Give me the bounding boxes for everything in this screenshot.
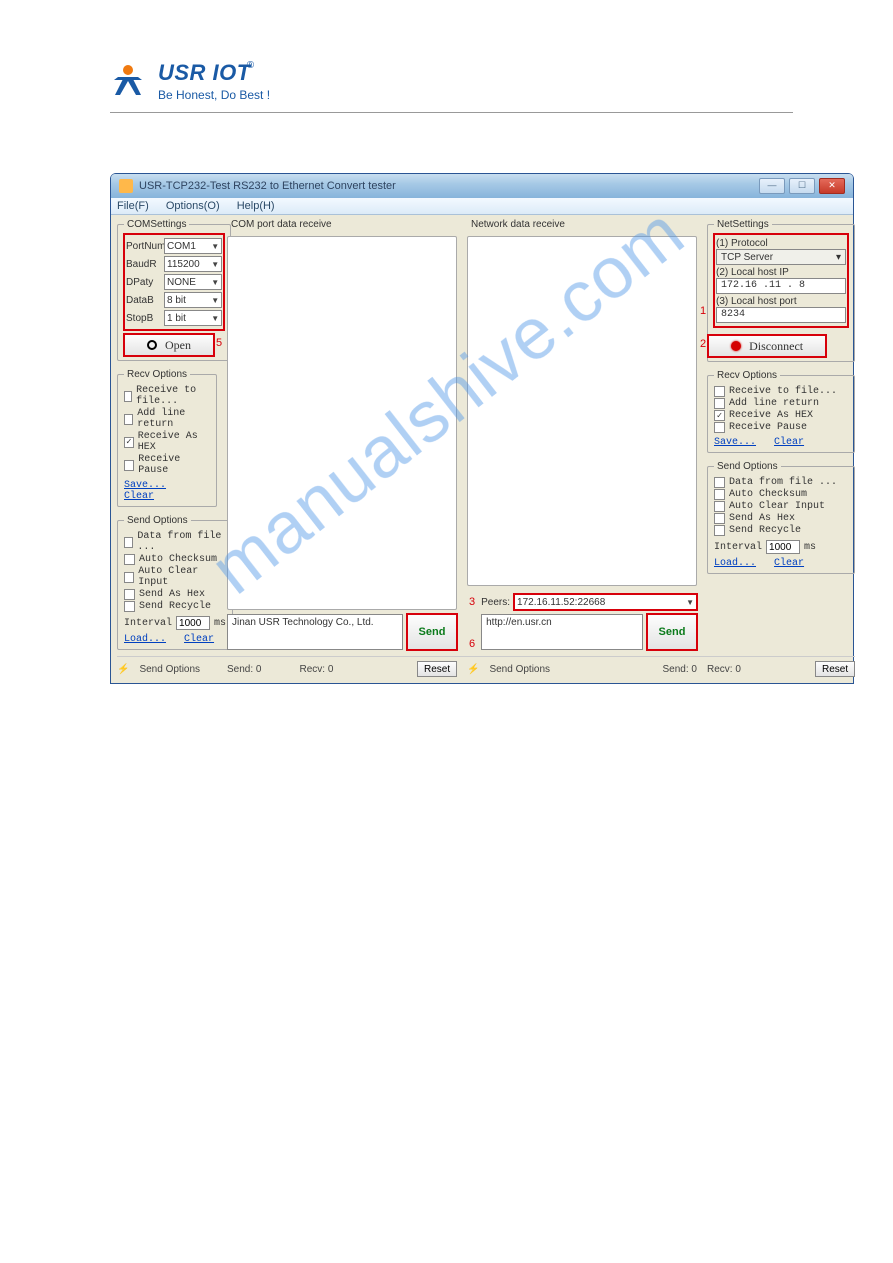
open-button[interactable]: Open <box>124 334 214 356</box>
save-link[interactable]: Save... <box>714 437 756 448</box>
clear-link[interactable]: Clear <box>124 491 154 502</box>
net-recv-area <box>467 236 697 586</box>
status-net-label: Send Options <box>489 664 550 675</box>
com-send-count: Send: 0 <box>227 664 261 675</box>
checkbox[interactable] <box>714 477 725 488</box>
com-settings-group: COMSettings PortNum COM1▼ BaudR 115200▼ … <box>117 219 231 361</box>
clear-link[interactable]: Clear <box>184 634 214 645</box>
portnum-label: PortNum <box>126 241 164 252</box>
chevron-down-icon: ▼ <box>211 278 219 287</box>
checkbox[interactable] <box>714 489 725 500</box>
baud-select[interactable]: 115200▼ <box>164 256 222 272</box>
maximize-button[interactable]: ☐ <box>789 178 815 194</box>
callout-5: 5 <box>216 337 222 349</box>
logo-icon <box>110 63 146 99</box>
load-link[interactable]: Load... <box>714 558 756 569</box>
checkbox[interactable] <box>714 398 725 409</box>
app-window: USR-TCP232-Test RS232 to Ethernet Conver… <box>110 173 854 684</box>
net-reset-button[interactable]: Reset <box>815 661 855 677</box>
checkbox[interactable] <box>124 460 134 471</box>
callout-3: 3 <box>469 596 475 608</box>
checkbox[interactable] <box>124 572 134 583</box>
disconnect-button[interactable]: Disconnect <box>708 335 826 357</box>
checkbox[interactable] <box>124 554 135 565</box>
circle-icon <box>147 340 157 350</box>
baud-label: BaudR <box>126 259 164 270</box>
app-icon <box>119 179 133 193</box>
menu-options[interactable]: Options(O) <box>166 200 220 212</box>
checkbox[interactable] <box>124 391 132 402</box>
load-link[interactable]: Load... <box>124 634 166 645</box>
checkbox[interactable] <box>714 501 725 512</box>
port-field[interactable]: 8234 <box>716 307 846 323</box>
checkbox[interactable] <box>124 414 133 425</box>
window-title: USR-TCP232-Test RS232 to Ethernet Conver… <box>139 180 396 192</box>
callout-6: 6 <box>469 638 475 650</box>
net-send-text[interactable]: http://en.usr.cn <box>481 614 643 650</box>
com-recv-title: COM port data receive <box>227 219 457 230</box>
status-dot-icon <box>731 341 741 351</box>
portnum-select[interactable]: COM1▼ <box>164 238 222 254</box>
status-left-label: Send Options <box>139 664 200 675</box>
callout-1: 1 <box>700 305 706 317</box>
callout-2: 2 <box>700 338 706 350</box>
checkbox[interactable] <box>714 525 725 536</box>
send-options-left: Send Options Data from file ... Auto Che… <box>117 515 233 650</box>
recv-options-right: Recv Options Receive to file... Add line… <box>707 370 855 453</box>
menu-help[interactable]: Help(H) <box>237 200 275 212</box>
bolt-icon: ⚡ <box>117 664 129 675</box>
net-recv-title: Network data receive <box>467 219 697 230</box>
chevron-down-icon: ▼ <box>211 296 219 305</box>
interval-input[interactable] <box>766 540 800 554</box>
datab-select[interactable]: 8 bit▼ <box>164 292 222 308</box>
send-options-right: Send Options Data from file ... Auto Che… <box>707 461 855 574</box>
checkbox-checked[interactable]: ✓ <box>714 410 725 421</box>
chevron-down-icon: ▼ <box>211 242 219 251</box>
stopb-label: StopB <box>126 313 164 324</box>
com-send-text[interactable]: Jinan USR Technology Co., Ltd. <box>227 614 403 650</box>
header: USR IOT® Be Honest, Do Best ! <box>110 60 793 113</box>
peers-select[interactable]: 172.16.11.52:22668▼ <box>514 594 697 610</box>
net-send-button[interactable]: Send <box>647 614 697 650</box>
chevron-down-icon: ▼ <box>211 260 219 269</box>
stopb-select[interactable]: 1 bit▼ <box>164 310 222 326</box>
checkbox[interactable] <box>124 601 135 612</box>
close-button[interactable]: ✕ <box>819 178 845 194</box>
parity-label: DPaty <box>126 277 164 288</box>
com-recv-area <box>227 236 457 610</box>
checkbox[interactable] <box>124 589 135 600</box>
checkbox-checked[interactable]: ✓ <box>124 437 134 448</box>
net-settings-group: NetSettings (1) Protocol TCP Server▾ (2)… <box>707 219 855 362</box>
com-settings-legend: COMSettings <box>124 219 189 230</box>
brand-text: USR IOT <box>158 60 251 85</box>
interval-input[interactable] <box>176 616 210 630</box>
peers-label: Peers: <box>481 597 510 608</box>
save-link[interactable]: Save... <box>124 480 166 491</box>
recv-options-left: Recv Options Receive to file... Add line… <box>117 369 217 507</box>
ip-field[interactable]: 172.16 .11 . 8 <box>716 278 846 294</box>
checkbox[interactable] <box>714 422 725 433</box>
checkbox[interactable] <box>714 513 725 524</box>
clear-link[interactable]: Clear <box>774 558 804 569</box>
bolt-icon: ⚡ <box>467 664 479 675</box>
datab-label: DataB <box>126 295 164 306</box>
titlebar: USR-TCP232-Test RS232 to Ethernet Conver… <box>111 174 853 198</box>
protocol-select[interactable]: TCP Server▾ <box>716 249 846 265</box>
minimize-button[interactable]: — <box>759 178 785 194</box>
checkbox[interactable] <box>714 386 725 397</box>
menu-file[interactable]: File(F) <box>117 200 149 212</box>
parity-select[interactable]: NONE▼ <box>164 274 222 290</box>
net-recv-count: Recv: 0 <box>707 664 741 675</box>
checkbox[interactable] <box>124 537 133 548</box>
com-recv-count: Recv: 0 <box>299 664 333 675</box>
com-reset-button[interactable]: Reset <box>417 661 457 677</box>
clear-link[interactable]: Clear <box>774 437 804 448</box>
com-send-button[interactable]: Send <box>407 614 457 650</box>
chevron-down-icon: ▼ <box>686 598 694 607</box>
chevron-down-icon: ▾ <box>836 252 841 263</box>
chevron-down-icon: ▼ <box>211 314 219 323</box>
tagline-text: Be Honest, Do Best ! <box>158 88 270 102</box>
net-send-count: Send: 0 <box>663 664 697 675</box>
menubar: File(F) Options(O) Help(H) <box>111 198 853 215</box>
